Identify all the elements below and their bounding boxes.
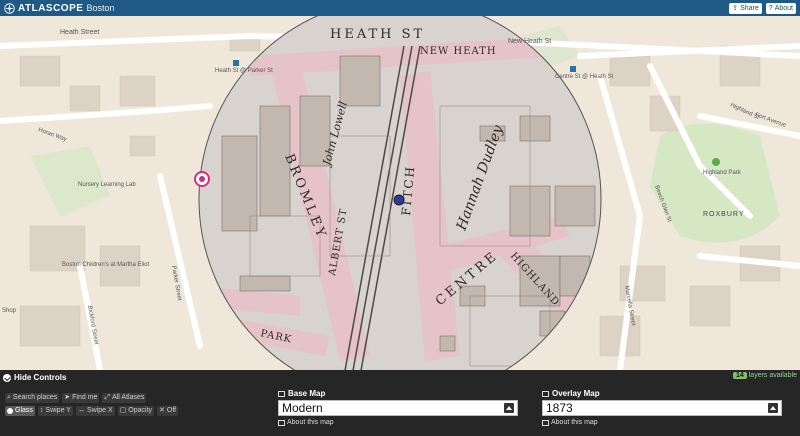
share-icon: ⇪ [732, 4, 739, 12]
all-atlases-button[interactable]: ⤢ All Atlases [102, 393, 147, 403]
location-arrow-icon: ➤ [64, 394, 71, 401]
label-shop: Shop [2, 308, 17, 314]
question-icon: ? [768, 4, 773, 12]
label-roxbury: ROXBURY [703, 211, 745, 218]
hide-controls-button[interactable]: Hide Controls [3, 373, 66, 382]
layers-text: layers available [748, 372, 797, 379]
label-nursery: Nursery Learning Lab [78, 182, 136, 188]
glass-radio-icon [7, 408, 13, 414]
label-boston-childrens: Boston Children's at Martha Eliot [62, 262, 150, 268]
park-icon[interactable] [712, 158, 720, 166]
find-me-button[interactable]: ➤ Find me [62, 393, 100, 403]
mode-off-label: Off [166, 407, 177, 414]
base-map-select[interactable]: Modern [278, 400, 518, 416]
app-title: ATLASCOPE [18, 2, 84, 14]
overlay-map-label: Overlay Map [552, 389, 600, 398]
layers-count: 14 [732, 372, 747, 379]
label-heath-street: Heath Street [60, 29, 99, 36]
bus-stop-icon[interactable] [570, 66, 576, 72]
map-svg[interactable]: HEATH ST NEW HEATH BROMLEY CENTRE HIGHLA… [0, 16, 800, 370]
layers-available-badge: 14 layers available [732, 372, 797, 379]
arrows-vertical-icon: ↕ [39, 407, 44, 414]
share-button[interactable]: ⇪ Share [729, 2, 762, 14]
search-icon: ⌕ [7, 394, 11, 401]
overlay-about-label: About this map [551, 419, 598, 426]
share-label: Share [740, 4, 759, 12]
base-about-link[interactable]: About this map [278, 419, 518, 426]
base-map-label: Base Map [288, 389, 326, 398]
find-me-label: Find me [72, 394, 98, 401]
search-label: Search places [12, 394, 58, 401]
label-heath-parker: Heath St @ Parker St [215, 68, 273, 74]
chevron-down-icon [3, 373, 11, 382]
app-header: ATLASCOPE Boston ⇪ Share ? About [0, 0, 800, 16]
map-canvas[interactable]: HEATH ST NEW HEATH BROMLEY CENTRE HIGHLA… [0, 16, 800, 370]
base-about-label: About this map [287, 419, 334, 426]
hide-controls-label: Hide Controls [14, 373, 67, 382]
bus-stop-icon[interactable] [233, 60, 239, 66]
mode-swipe-y-label: Swipe Y [45, 407, 71, 414]
caret-up-icon [768, 403, 778, 413]
overlay-map-value: 1873 [546, 401, 573, 415]
label-highland-park: Highland Park [703, 170, 742, 176]
mode-opacity-button[interactable]: ▢ Opacity [117, 406, 155, 416]
atlascope-logo-icon [4, 2, 15, 14]
map-icon [542, 390, 549, 397]
mode-opacity-label: Opacity [128, 407, 153, 414]
mode-swipe-y-button[interactable]: ↕ Swipe Y [37, 406, 73, 416]
book-icon [542, 419, 549, 426]
mode-off-button[interactable]: ✕ Off [157, 406, 179, 416]
overlay-about-link[interactable]: About this map [542, 419, 782, 426]
glass-drag-handle[interactable] [194, 171, 210, 187]
map-icon [278, 390, 285, 397]
location-dot[interactable] [393, 194, 405, 206]
base-map-group: Base Map Modern About this map [278, 389, 518, 426]
label-new-heath-st: New Heath St [508, 38, 551, 45]
book-icon [278, 419, 285, 426]
controls-panel: Hide Controls 14 layers available ⌕ Sear… [0, 370, 800, 436]
city-name: Boston [86, 3, 115, 13]
label-centre-heath: Centre St @ Heath St [555, 74, 613, 80]
overlay-map-select[interactable]: 1873 [542, 400, 782, 416]
overlay-map-group: Overlay Map 1873 About this map [542, 389, 782, 426]
base-map-value: Modern [282, 401, 323, 415]
hist-heath-st: HEATH ST [330, 27, 425, 42]
opacity-icon: ▢ [119, 407, 127, 414]
all-atlases-label: All Atlases [112, 394, 145, 401]
caret-up-icon [504, 403, 514, 413]
mode-glass-label: Glass [15, 407, 33, 414]
about-button[interactable]: ? About [765, 2, 796, 14]
expand-icon: ⤢ [104, 394, 111, 401]
mode-swipe-x-label: Swipe X [86, 407, 113, 414]
mode-glass-button[interactable]: Glass [5, 406, 35, 416]
search-places-button[interactable]: ⌕ Search places [5, 393, 60, 403]
mode-swipe-x-button[interactable]: ↔ Swipe X [75, 406, 115, 416]
hist-new-heath: NEW HEATH [420, 46, 497, 57]
about-label: About [774, 4, 793, 12]
close-icon: ✕ [159, 407, 165, 414]
arrows-horizontal-icon: ↔ [77, 407, 85, 414]
